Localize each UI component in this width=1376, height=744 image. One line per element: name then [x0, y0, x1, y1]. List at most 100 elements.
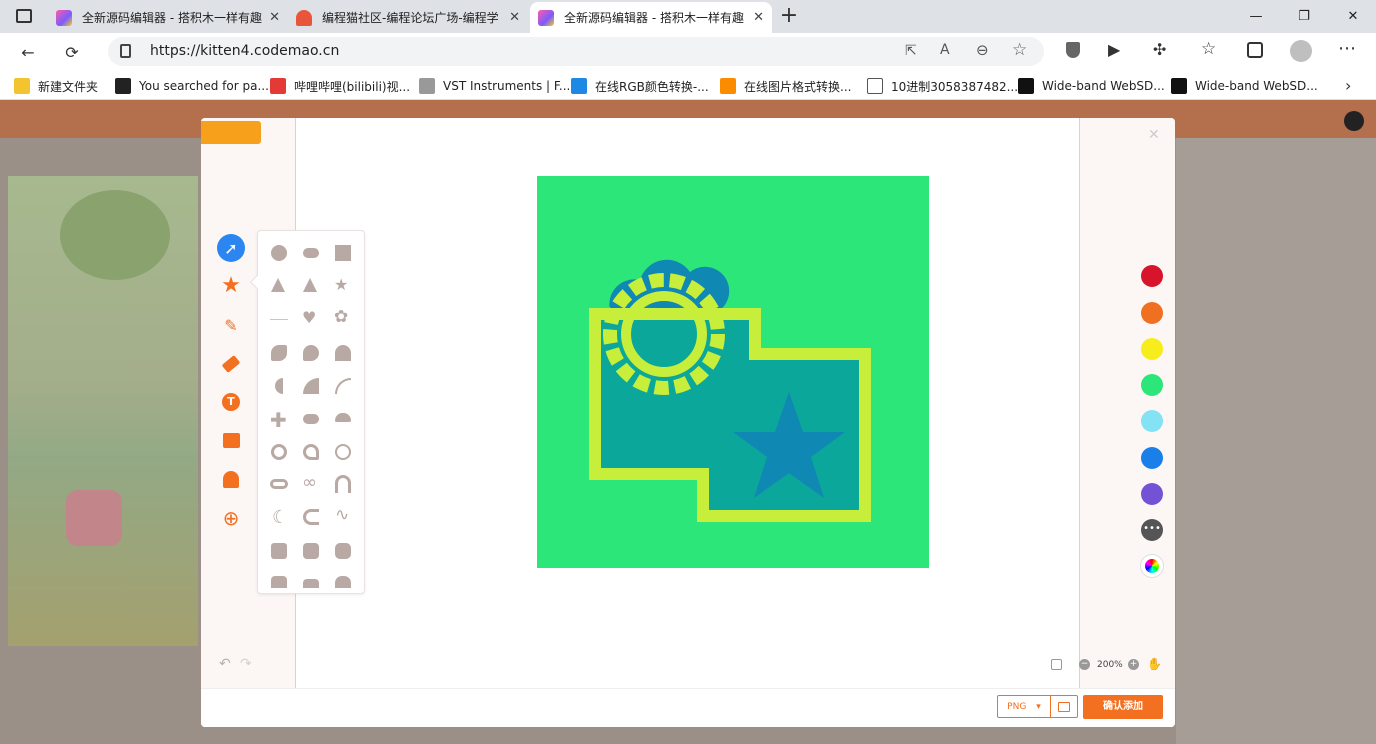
right-triangle-shape-icon[interactable] — [303, 278, 317, 292]
redo-icon[interactable]: ↷ — [240, 656, 252, 672]
circle-shape-icon[interactable] — [271, 245, 287, 261]
play-icon[interactable]: ▶ — [1108, 40, 1120, 59]
bookmark-item[interactable]: 哔哩哔哩(bilibili)视... — [270, 77, 410, 95]
pill-ring-shape-icon[interactable] — [270, 479, 288, 489]
export-image-button[interactable] — [1051, 695, 1078, 718]
thin-ring-shape-icon[interactable] — [335, 444, 351, 460]
tab-3-active[interactable]: 全新源码编辑器 - 搭积木一样有趣 ✕ — [530, 2, 772, 33]
favorites-icon[interactable]: ☆ — [1201, 39, 1216, 59]
close-icon[interactable]: ✕ — [269, 10, 280, 25]
rounded-rect-shape-icon[interactable] — [303, 248, 319, 258]
close-icon[interactable]: ✕ — [509, 10, 520, 25]
format-select[interactable]: PNG ▾ — [997, 695, 1051, 718]
folder-icon — [14, 78, 30, 94]
ring-shape-icon[interactable] — [271, 444, 287, 460]
read-aloud-icon[interactable]: A — [940, 42, 950, 58]
bookmark-item[interactable]: 在线RGB颜色转换-... — [571, 77, 709, 95]
chevron-right-icon[interactable]: › — [1345, 76, 1351, 95]
bookmark-item[interactable]: VST Instruments | F... — [419, 77, 570, 95]
color-purple[interactable] — [1141, 483, 1163, 505]
c-shape-icon[interactable] — [303, 509, 319, 525]
refresh-icon[interactable]: ⟳ — [60, 41, 84, 63]
bookmark-item[interactable]: 10进制3058387482... — [867, 77, 1018, 95]
tab-actions-icon[interactable] — [16, 9, 32, 23]
tab-2[interactable]: 编程猫社区-编程论坛广场-编程学 ✕ — [288, 2, 528, 33]
star-shape-icon[interactable]: ★ — [334, 275, 348, 294]
wave-shape-icon[interactable]: ∿ — [335, 505, 349, 525]
leaf-shape-icon[interactable] — [271, 345, 287, 361]
rounded-square-2-shape-icon[interactable] — [335, 543, 351, 559]
cloud-flat-shape-icon[interactable] — [335, 413, 351, 422]
drawing-canvas[interactable] — [537, 176, 929, 568]
cross-shape-icon[interactable]: ✚ — [270, 408, 287, 432]
quarter-circle-shape-icon[interactable] — [303, 378, 319, 394]
line-shape-icon[interactable] — [270, 319, 288, 320]
bookmark-item[interactable]: Wide-band WebSD... — [1171, 77, 1318, 95]
text-tool-icon[interactable]: T — [220, 391, 242, 413]
square-shape-icon[interactable] — [335, 245, 351, 261]
confirm-add-button[interactable]: 确认添加 — [1083, 695, 1163, 719]
color-light-blue[interactable] — [1141, 410, 1163, 432]
select-tool-icon[interactable]: ➚ — [217, 234, 245, 262]
ring-tail-shape-icon[interactable] — [303, 444, 319, 460]
zoom-icon[interactable]: ⊖ — [976, 41, 989, 59]
open-in-app-icon[interactable]: ⇱ — [905, 43, 917, 59]
flower-shape-icon[interactable]: ✿ — [334, 307, 348, 327]
bookmark-item[interactable]: 在线图片格式转换... — [720, 77, 851, 95]
color-wheel-icon[interactable] — [1141, 555, 1163, 577]
trapezoid-wide-shape-icon[interactable] — [303, 579, 319, 588]
favorite-add-icon[interactable]: ☆ — [1012, 40, 1027, 60]
close-icon[interactable]: ✕ — [753, 10, 764, 25]
tab-1[interactable]: 全新源码编辑器 - 搭积木一样有趣 ✕ — [48, 2, 288, 33]
bookmark-item[interactable]: You searched for pa... — [115, 77, 269, 95]
color-red[interactable] — [1141, 265, 1163, 287]
ublock-icon[interactable] — [1066, 42, 1080, 58]
eraser-icon[interactable] — [220, 353, 242, 375]
bookmark-label: 哔哩哔哩(bilibili)视... — [294, 79, 411, 94]
url-text[interactable]: https://kitten4.codemao.cn — [150, 43, 339, 59]
trapezoid-shape-icon[interactable] — [271, 576, 287, 588]
heart-shape-icon[interactable]: ♥ — [302, 308, 316, 327]
image-icon[interactable] — [220, 429, 242, 451]
collections-icon[interactable] — [1247, 42, 1263, 58]
fit-icon[interactable] — [1051, 659, 1062, 670]
extensions-icon[interactable]: ✣ — [1153, 40, 1166, 59]
color-green[interactable] — [1141, 374, 1163, 396]
close-window-icon[interactable]: ✕ — [1330, 0, 1376, 33]
zoom-out-icon[interactable]: − — [1079, 659, 1090, 670]
arc-shape-icon[interactable] — [335, 378, 351, 394]
hand-icon[interactable]: ✋ — [1147, 657, 1162, 671]
triangle-shape-icon[interactable] — [271, 278, 285, 292]
arch-shape-icon[interactable] — [335, 345, 351, 361]
concave-square-shape-icon[interactable] — [303, 543, 319, 559]
rounded-square-shape-icon[interactable] — [271, 543, 287, 559]
back-icon[interactable]: ← — [16, 41, 40, 63]
more-menu-icon[interactable]: ⋯ — [1338, 38, 1356, 59]
dome-shape-icon[interactable] — [335, 576, 351, 588]
more-colors-icon[interactable]: ••• — [1141, 519, 1163, 541]
cloud-shape-icon[interactable] — [303, 414, 319, 424]
target-icon[interactable]: ⊕ — [220, 506, 242, 530]
half-circle-shape-icon[interactable] — [275, 378, 283, 394]
bookmark-item[interactable]: Wide-band WebSD... — [1018, 77, 1165, 95]
color-orange[interactable] — [1141, 302, 1163, 324]
arch-outline-shape-icon[interactable] — [335, 475, 351, 493]
crescent-shape-icon[interactable]: ☾ — [272, 507, 288, 528]
header-tab[interactable] — [201, 121, 261, 144]
pencil-icon[interactable]: ✎ — [220, 314, 242, 336]
restore-icon[interactable]: ❐ — [1281, 0, 1327, 33]
ghost-icon[interactable] — [220, 468, 242, 490]
minimize-icon[interactable]: — — [1233, 0, 1279, 33]
infinity-shape-icon[interactable]: ∞ — [302, 472, 317, 493]
shape-tool-icon[interactable]: ★ — [220, 273, 242, 298]
profile-avatar[interactable] — [1290, 40, 1312, 62]
undo-icon[interactable]: ↶ — [219, 656, 231, 672]
zoom-in-icon[interactable]: + — [1128, 659, 1139, 670]
bookmark-item[interactable]: 新建文件夹 — [14, 77, 98, 95]
new-tab-button[interactable]: + — [778, 3, 800, 28]
close-icon[interactable]: ✕ — [1148, 127, 1160, 143]
color-blue[interactable] — [1141, 447, 1163, 469]
lock-icon[interactable] — [120, 44, 131, 58]
round-corner-shape-icon[interactable] — [303, 345, 319, 361]
color-yellow[interactable] — [1141, 338, 1163, 360]
